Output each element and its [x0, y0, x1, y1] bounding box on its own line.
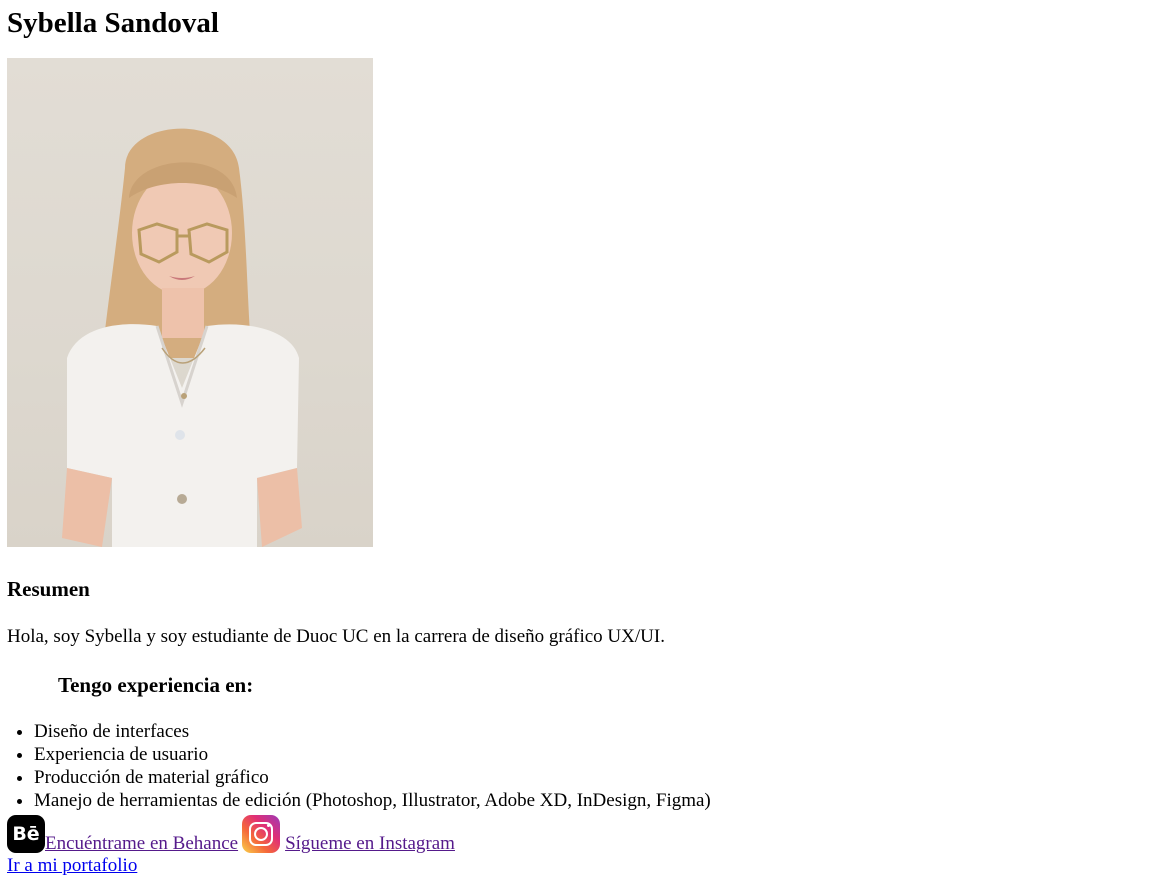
behance-link[interactable]: Encuéntrame en Behance [45, 833, 238, 855]
portfolio-link[interactable]: Ir a mi portafolio [7, 855, 137, 876]
profile-photo [7, 58, 373, 547]
social-links: Bē Encuéntrame en Behance Sígueme en Ins… [7, 812, 1156, 855]
list-item: Manejo de herramientas de edición (Photo… [34, 789, 1156, 812]
list-item: Experiencia de usuario [34, 743, 1156, 766]
list-item: Diseño de interfaces [34, 720, 1156, 743]
summary-bio: Hola, soy Sybella y soy estudiante de Du… [7, 626, 665, 647]
portfolio-row: Ir a mi portafolio [7, 855, 1156, 877]
instagram-link[interactable]: Sígueme en Instagram [285, 833, 455, 855]
behance-icon[interactable]: Bē [7, 815, 45, 853]
profile-photo-illustration [62, 128, 302, 547]
page: Sybella Sandoval Resumen Hola, soy Sybel… [0, 0, 1156, 895]
page-title: Sybella Sandoval [7, 7, 219, 39]
summary-heading: Resumen [7, 577, 90, 601]
list-item: Producción de material gráfico [34, 766, 1156, 789]
experience-list: Diseño de interfaces Experiencia de usua… [7, 720, 1156, 812]
experience-heading: Tengo experiencia en: [58, 673, 254, 697]
instagram-icon[interactable] [242, 815, 281, 853]
